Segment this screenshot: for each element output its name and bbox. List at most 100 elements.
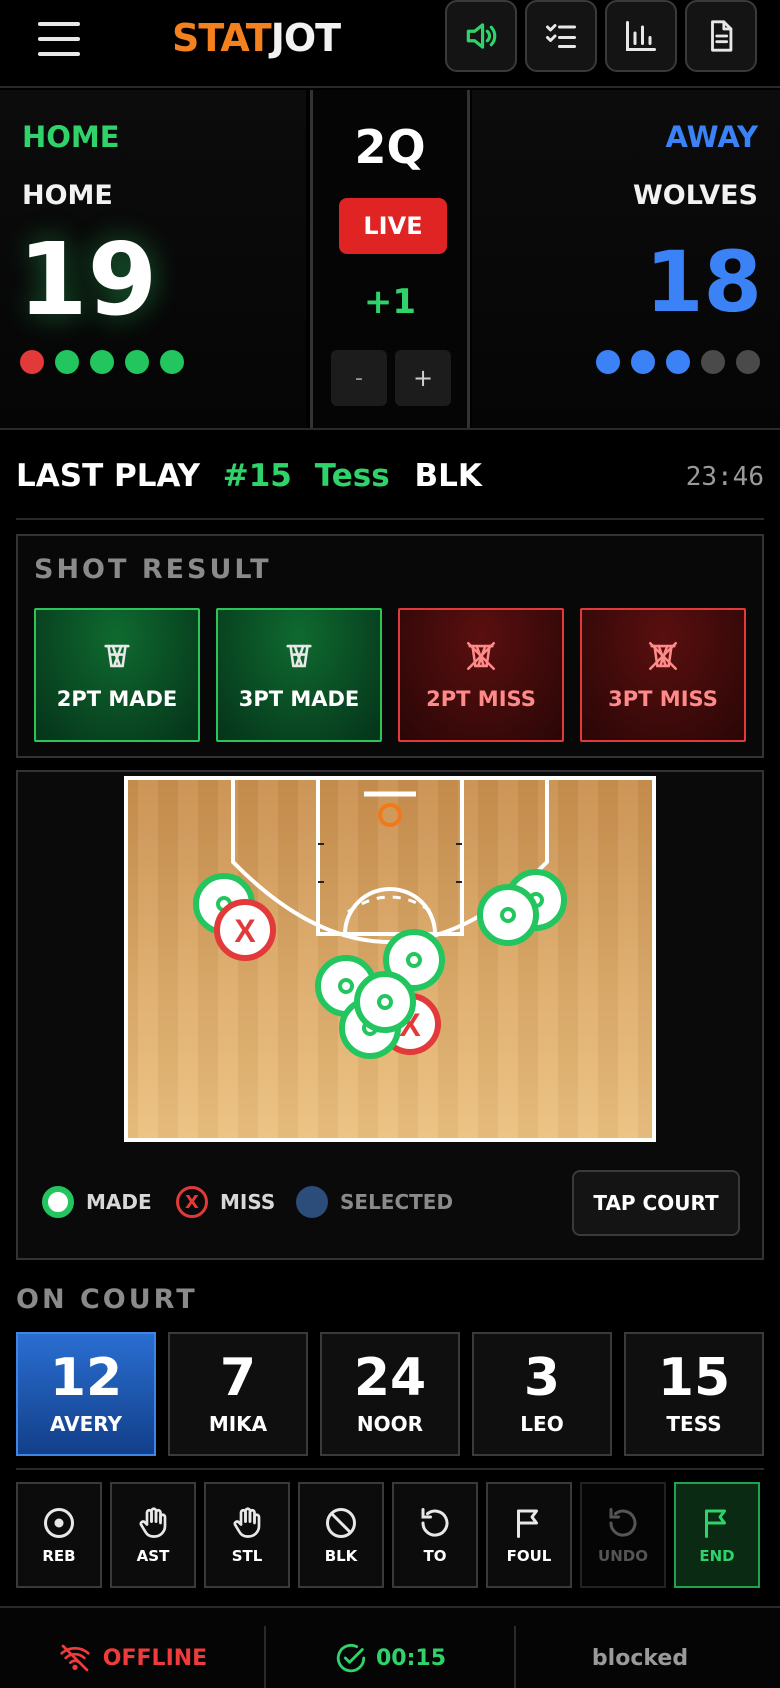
last-play-label: LAST PLAY bbox=[16, 458, 200, 494]
home-foul-dot bbox=[125, 350, 149, 374]
home-foul-dots bbox=[20, 350, 184, 374]
shot-button-2pt-made[interactable]: 2PT MADE bbox=[34, 608, 200, 742]
action-foul-button[interactable]: FOUL bbox=[486, 1482, 572, 1588]
bar-chart-icon bbox=[626, 21, 656, 51]
away-foul-dots bbox=[596, 350, 760, 374]
player-card-mika[interactable]: 7 MIKA bbox=[168, 1332, 308, 1456]
hand-icon bbox=[229, 1505, 265, 1541]
miss-mark: X bbox=[234, 913, 256, 949]
player-name: TESS bbox=[666, 1412, 722, 1436]
player-number: 12 bbox=[49, 1348, 123, 1408]
away-foul-dot bbox=[596, 350, 620, 374]
decrement-button[interactable]: - bbox=[331, 350, 387, 406]
player-name: MIKA bbox=[208, 1412, 268, 1436]
shot-marker-made[interactable] bbox=[477, 884, 539, 946]
action-label: STL bbox=[231, 1547, 263, 1565]
checklist-icon bbox=[546, 24, 576, 48]
divider bbox=[16, 518, 764, 520]
shot-marker-miss[interactable]: X bbox=[214, 899, 276, 961]
action-label: BLK bbox=[324, 1547, 358, 1565]
tap-court-button[interactable]: TAP COURT bbox=[572, 1170, 740, 1236]
divider bbox=[16, 1468, 764, 1470]
player-number: 3 bbox=[523, 1348, 561, 1408]
report-button[interactable] bbox=[685, 0, 757, 72]
action-end-button[interactable]: END bbox=[674, 1482, 760, 1588]
basket-icon bbox=[282, 639, 316, 673]
offline-label: OFFLINE bbox=[102, 1645, 208, 1671]
court-area[interactable]: X X bbox=[18, 772, 762, 1146]
speaker-icon bbox=[466, 23, 497, 49]
action-undo-button: UNDO bbox=[580, 1482, 666, 1588]
legend-miss-icon: X bbox=[176, 1186, 208, 1218]
away-score: 18 bbox=[645, 233, 762, 331]
action-label: UNDO bbox=[598, 1547, 648, 1565]
last-play: LAST PLAY #15 Tess BLK bbox=[16, 458, 482, 494]
away-panel[interactable]: AWAY WOLVES 18 bbox=[472, 90, 780, 428]
scoreboard: HOME HOME 19 2Q LIVE +1 - + AWAY WOLVES … bbox=[0, 90, 780, 430]
quarter: 2Q bbox=[354, 120, 426, 174]
away-team-name: WOLVES bbox=[632, 180, 758, 211]
live-badge: LIVE bbox=[339, 198, 447, 254]
check-circle-icon bbox=[336, 1643, 366, 1673]
basket-miss-icon bbox=[464, 639, 498, 673]
flag-icon bbox=[511, 1505, 547, 1541]
last-play-action: BLK bbox=[414, 458, 482, 494]
legend-miss-label: MISS bbox=[220, 1190, 276, 1214]
basket-miss-icon bbox=[646, 639, 680, 673]
app-logo: STATJOT bbox=[172, 16, 341, 60]
document-icon bbox=[711, 20, 733, 52]
action-ast-button[interactable]: AST bbox=[110, 1482, 196, 1588]
away-foul-dot bbox=[631, 350, 655, 374]
shot-result-panel: SHOT RESULT 2PT MADE 3PT MADE 2PT MISS 3PT … bbox=[16, 534, 764, 758]
home-label: HOME bbox=[22, 120, 120, 154]
sound-button[interactable] bbox=[445, 0, 517, 72]
home-foul-dot bbox=[90, 350, 114, 374]
last-play-time: 23:46 bbox=[685, 462, 764, 492]
action-label: FOUL bbox=[506, 1547, 552, 1565]
shot-button-3pt-made[interactable]: 3PT MADE bbox=[216, 608, 382, 742]
checklist-button[interactable] bbox=[525, 0, 597, 72]
period-panel: 2Q LIVE +1 - + bbox=[310, 90, 470, 428]
action-blk-button[interactable]: BLK bbox=[298, 1482, 384, 1588]
shot-button-label: 2PT MISS bbox=[426, 687, 536, 711]
shot-marker-made[interactable] bbox=[354, 971, 416, 1033]
hand-icon bbox=[135, 1505, 171, 1541]
home-foul-dot bbox=[55, 350, 79, 374]
legend-selected-icon bbox=[296, 1186, 328, 1218]
player-card-avery[interactable]: 12 AVERY bbox=[16, 1332, 156, 1456]
player-card-leo[interactable]: 3 LEO bbox=[472, 1332, 612, 1456]
action-to-button[interactable]: TO bbox=[392, 1482, 478, 1588]
away-label: AWAY bbox=[665, 120, 759, 154]
offline-status[interactable]: OFFLINE bbox=[0, 1626, 264, 1688]
undo-icon bbox=[605, 1505, 641, 1541]
status-bar: OFFLINE 00:15 blocked bbox=[0, 1606, 780, 1688]
menu-icon[interactable] bbox=[38, 20, 84, 60]
sync-status: 00:15 bbox=[266, 1626, 514, 1688]
home-panel[interactable]: HOME HOME 19 bbox=[0, 90, 306, 428]
flag-icon bbox=[699, 1505, 735, 1541]
home-team-name: HOME bbox=[22, 180, 113, 211]
shot-button-3pt-miss[interactable]: 3PT MISS bbox=[580, 608, 746, 742]
action-label: AST bbox=[136, 1547, 170, 1565]
action-label: REB bbox=[42, 1547, 76, 1565]
action-stl-button[interactable]: STL bbox=[204, 1482, 290, 1588]
action-reb-button[interactable]: REB bbox=[16, 1482, 102, 1588]
target-icon bbox=[41, 1505, 77, 1541]
last-play-player: Tess bbox=[314, 458, 390, 494]
court-panel: X X MADE X MISS SELECTED TAP COURT bbox=[16, 770, 764, 1260]
player-name: AVERY bbox=[49, 1412, 123, 1436]
player-name: LEO bbox=[520, 1412, 564, 1436]
player-name: NOOR bbox=[356, 1412, 424, 1436]
score-delta: +1 bbox=[363, 282, 417, 322]
shot-button-label: 3PT MISS bbox=[608, 687, 718, 711]
home-score: 19 bbox=[18, 221, 158, 338]
stats-button[interactable] bbox=[605, 0, 677, 72]
player-card-tess[interactable]: 15 TESS bbox=[624, 1332, 764, 1456]
block-icon bbox=[323, 1505, 359, 1541]
logo-part-stat: STAT bbox=[172, 16, 272, 60]
player-card-noor[interactable]: 24 NOOR bbox=[320, 1332, 460, 1456]
increment-button[interactable]: + bbox=[395, 350, 451, 406]
shot-button-2pt-miss[interactable]: 2PT MISS bbox=[398, 608, 564, 742]
last-play-number: #15 bbox=[222, 458, 292, 494]
top-bar: STATJOT bbox=[0, 0, 780, 88]
